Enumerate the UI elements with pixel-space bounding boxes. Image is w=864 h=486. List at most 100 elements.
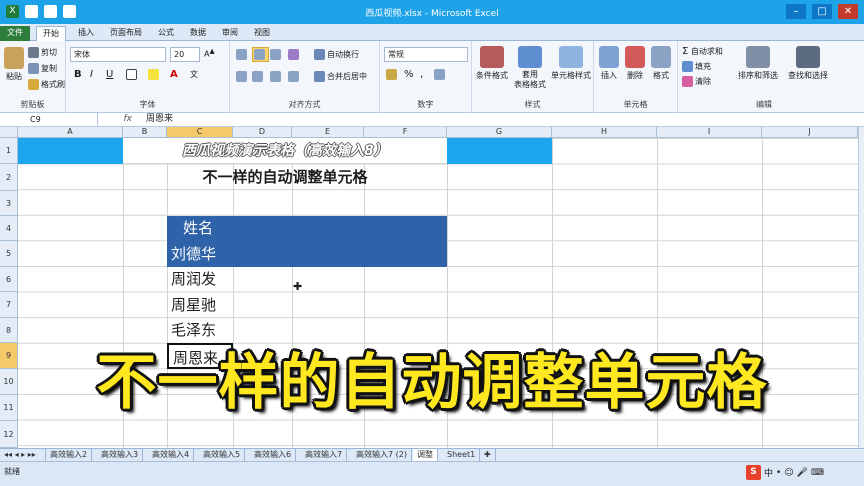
- tab-view[interactable]: 视图: [248, 26, 276, 41]
- row-header-3[interactable]: 3: [0, 191, 18, 216]
- col-header-g[interactable]: G: [447, 127, 552, 138]
- minimize-button[interactable]: –: [786, 4, 806, 19]
- sheet-tab-5[interactable]: 高效输入6: [250, 449, 297, 461]
- cell-styles-button[interactable]: 单元格样式: [550, 46, 592, 81]
- font-name-select[interactable]: 宋体: [70, 47, 166, 62]
- percent-button[interactable]: %: [404, 69, 414, 80]
- col-header-a[interactable]: A: [18, 127, 123, 138]
- number-format-select[interactable]: 常规: [384, 47, 468, 62]
- orientation-button[interactable]: [288, 49, 301, 60]
- insert-function-button[interactable]: fx: [100, 113, 140, 127]
- paste-button[interactable]: 粘贴: [4, 47, 24, 82]
- phonetic-button[interactable]: 文: [190, 69, 198, 80]
- align-center-button[interactable]: [252, 71, 265, 82]
- format-cells-button[interactable]: 格式: [648, 46, 674, 81]
- delete-cells-button[interactable]: 删除: [622, 46, 648, 81]
- sheet-nav-arrows[interactable]: ◂◂ ◂ ▸ ▸▸: [0, 449, 46, 461]
- row-header-4[interactable]: 4: [0, 216, 18, 241]
- fill-color-button[interactable]: [148, 69, 161, 80]
- cell-c5[interactable]: 刘德华: [167, 241, 233, 267]
- wrap-text-button[interactable]: 自动换行: [314, 49, 359, 60]
- tab-data[interactable]: 数据: [184, 26, 212, 41]
- sheet-tab-7[interactable]: 高效输入7 (2): [352, 449, 412, 461]
- punctuation-icon[interactable]: •: [776, 468, 781, 478]
- row-header-5[interactable]: 5: [0, 241, 18, 267]
- sheet-tab-active[interactable]: 调整: [413, 449, 438, 461]
- col-header-b[interactable]: B: [123, 127, 167, 138]
- bold-button[interactable]: B: [74, 69, 82, 80]
- tab-file[interactable]: 文件: [0, 26, 30, 41]
- font-size-select[interactable]: 20: [170, 47, 200, 62]
- borders-button[interactable]: [126, 69, 139, 80]
- new-sheet-icon[interactable]: ✚: [480, 449, 496, 461]
- font-group: 宋体 20 A▲ B I U A 文 字体: [66, 41, 230, 113]
- format-painter-button[interactable]: 格式刷: [28, 79, 65, 90]
- heading-cell[interactable]: 不一样的自动调整单元格: [123, 164, 447, 191]
- col-header-j[interactable]: J: [762, 127, 858, 138]
- insert-cells-button[interactable]: 插入: [596, 46, 622, 81]
- cell-a1-fill[interactable]: [18, 138, 123, 164]
- fill-button[interactable]: 填充: [682, 61, 711, 72]
- grow-font-button[interactable]: A▲: [204, 47, 215, 59]
- find-select-button[interactable]: 查找和选择: [784, 46, 832, 81]
- sogou-logo-icon[interactable]: S: [746, 465, 761, 480]
- cut-button[interactable]: 剪切: [28, 47, 57, 58]
- emoji-icon[interactable]: ☺: [784, 468, 793, 478]
- col-header-h[interactable]: H: [552, 127, 657, 138]
- row-header-12[interactable]: 12: [0, 421, 18, 448]
- conditional-format-button[interactable]: 条件格式: [474, 46, 510, 81]
- close-button[interactable]: ✕: [838, 4, 858, 19]
- ime-language[interactable]: 中: [764, 466, 773, 479]
- merge-center-button[interactable]: 合并后居中: [314, 71, 367, 82]
- tab-formulas[interactable]: 公式: [152, 26, 180, 41]
- col-header-f[interactable]: F: [364, 127, 447, 138]
- sort-filter-button[interactable]: 排序和筛选: [734, 46, 782, 81]
- select-all-corner[interactable]: [0, 127, 18, 138]
- row-header-6[interactable]: 6: [0, 267, 18, 292]
- row-header-7[interactable]: 7: [0, 292, 18, 318]
- align-middle-button[interactable]: [252, 47, 269, 62]
- format-as-table-button[interactable]: 套用 表格格式: [512, 46, 548, 90]
- cell-c4-name-header[interactable]: 姓名: [167, 216, 233, 241]
- copy-button[interactable]: 复制: [28, 63, 57, 74]
- align-top-button[interactable]: [236, 49, 249, 60]
- align-bottom-button[interactable]: [270, 49, 283, 60]
- sheet-tab-3[interactable]: 高效输入4: [148, 449, 195, 461]
- sheet-tab-1[interactable]: 高效输入2: [46, 449, 93, 461]
- tab-home[interactable]: 开始: [36, 26, 66, 41]
- align-right-button[interactable]: [270, 71, 283, 82]
- name-box[interactable]: C9: [0, 113, 98, 127]
- sheet-tab-2[interactable]: 高效输入3: [97, 449, 144, 461]
- clear-button[interactable]: 清除: [682, 76, 711, 87]
- underline-button[interactable]: U: [106, 69, 113, 80]
- autosum-button[interactable]: Σ 自动求和: [682, 46, 723, 57]
- indent-button[interactable]: [288, 71, 301, 82]
- sheet-tab-4[interactable]: 高效输入5: [199, 449, 246, 461]
- microphone-icon[interactable]: 🎤: [797, 468, 808, 478]
- tab-page-layout[interactable]: 页面布局: [104, 26, 148, 41]
- italic-button[interactable]: I: [90, 69, 93, 80]
- col-header-d[interactable]: D: [233, 127, 292, 138]
- cell-c6[interactable]: 周润发: [167, 267, 233, 292]
- row-header-2[interactable]: 2: [0, 164, 18, 191]
- col-header-e[interactable]: E: [292, 127, 364, 138]
- sheet-tab-6[interactable]: 高效输入7: [301, 449, 348, 461]
- sheet-tab-sheet1[interactable]: Sheet1: [443, 449, 481, 461]
- tab-review[interactable]: 审阅: [216, 26, 244, 41]
- row-header-1[interactable]: 1: [0, 138, 18, 164]
- keyboard-icon[interactable]: ⌨: [811, 468, 824, 478]
- col-header-i[interactable]: I: [657, 127, 762, 138]
- comma-button[interactable]: ,: [420, 69, 423, 80]
- tab-insert[interactable]: 插入: [72, 26, 100, 41]
- formula-input[interactable]: 周恩来: [146, 113, 173, 127]
- align-left-button[interactable]: [236, 71, 249, 82]
- currency-button[interactable]: [386, 69, 399, 80]
- col-header-c[interactable]: C: [167, 127, 233, 138]
- cell-c7[interactable]: 周星驰: [167, 292, 233, 318]
- cell-g1-fill[interactable]: [447, 138, 552, 164]
- maximize-button[interactable]: □: [812, 4, 832, 19]
- title-banner-cell[interactable]: 西瓜视频演示表格（高效输入8）: [123, 138, 447, 164]
- increase-decimal-button[interactable]: [434, 69, 447, 80]
- font-color-button[interactable]: A: [170, 69, 178, 80]
- sort-icon: [746, 46, 770, 68]
